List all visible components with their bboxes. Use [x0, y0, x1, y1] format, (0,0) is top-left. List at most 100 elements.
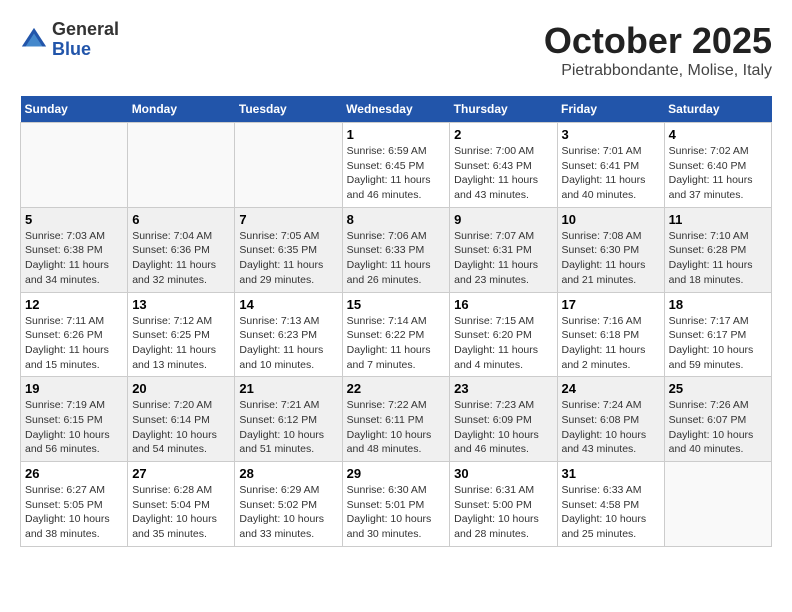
day-number: 28: [239, 466, 337, 481]
day-info: Sunrise: 7:11 AMSunset: 6:26 PMDaylight:…: [25, 315, 109, 371]
day-number: 22: [347, 381, 446, 396]
calendar-cell: 6 Sunrise: 7:04 AMSunset: 6:36 PMDayligh…: [128, 207, 235, 292]
day-number: 12: [25, 297, 123, 312]
day-info: Sunrise: 7:03 AMSunset: 6:38 PMDaylight:…: [25, 230, 109, 286]
day-info: Sunrise: 7:26 AMSunset: 6:07 PMDaylight:…: [669, 399, 754, 455]
day-number: 16: [454, 297, 552, 312]
calendar-week-row: 12 Sunrise: 7:11 AMSunset: 6:26 PMDaylig…: [21, 292, 772, 377]
day-info: Sunrise: 7:22 AMSunset: 6:11 PMDaylight:…: [347, 399, 432, 455]
calendar-cell: 8 Sunrise: 7:06 AMSunset: 6:33 PMDayligh…: [342, 207, 450, 292]
calendar-cell: 7 Sunrise: 7:05 AMSunset: 6:35 PMDayligh…: [235, 207, 342, 292]
calendar-cell: 22 Sunrise: 7:22 AMSunset: 6:11 PMDaylig…: [342, 377, 450, 462]
day-number: 26: [25, 466, 123, 481]
calendar-cell: 15 Sunrise: 7:14 AMSunset: 6:22 PMDaylig…: [342, 292, 450, 377]
day-number: 21: [239, 381, 337, 396]
calendar-cell: 30 Sunrise: 6:31 AMSunset: 5:00 PMDaylig…: [450, 462, 557, 547]
calendar-cell: 9 Sunrise: 7:07 AMSunset: 6:31 PMDayligh…: [450, 207, 557, 292]
day-info: Sunrise: 7:23 AMSunset: 6:09 PMDaylight:…: [454, 399, 539, 455]
calendar-cell: 17 Sunrise: 7:16 AMSunset: 6:18 PMDaylig…: [557, 292, 664, 377]
calendar-cell: 31 Sunrise: 6:33 AMSunset: 4:58 PMDaylig…: [557, 462, 664, 547]
logo-general: General: [52, 20, 119, 40]
calendar-cell: 5 Sunrise: 7:03 AMSunset: 6:38 PMDayligh…: [21, 207, 128, 292]
day-number: 11: [669, 212, 767, 227]
day-info: Sunrise: 7:06 AMSunset: 6:33 PMDaylight:…: [347, 230, 431, 286]
calendar-week-row: 1 Sunrise: 6:59 AMSunset: 6:45 PMDayligh…: [21, 123, 772, 208]
calendar-cell: 26 Sunrise: 6:27 AMSunset: 5:05 PMDaylig…: [21, 462, 128, 547]
calendar-cell: 19 Sunrise: 7:19 AMSunset: 6:15 PMDaylig…: [21, 377, 128, 462]
day-number: 29: [347, 466, 446, 481]
day-info: Sunrise: 6:33 AMSunset: 4:58 PMDaylight:…: [562, 484, 647, 540]
day-number: 9: [454, 212, 552, 227]
calendar-week-row: 5 Sunrise: 7:03 AMSunset: 6:38 PMDayligh…: [21, 207, 772, 292]
day-number: 17: [562, 297, 660, 312]
day-number: 2: [454, 127, 552, 142]
month-title: October 2025: [544, 20, 772, 62]
day-number: 6: [132, 212, 230, 227]
day-info: Sunrise: 7:16 AMSunset: 6:18 PMDaylight:…: [562, 315, 646, 371]
calendar-week-row: 19 Sunrise: 7:19 AMSunset: 6:15 PMDaylig…: [21, 377, 772, 462]
day-info: Sunrise: 6:31 AMSunset: 5:00 PMDaylight:…: [454, 484, 539, 540]
day-info: Sunrise: 7:13 AMSunset: 6:23 PMDaylight:…: [239, 315, 323, 371]
calendar-cell: 29 Sunrise: 6:30 AMSunset: 5:01 PMDaylig…: [342, 462, 450, 547]
calendar-cell: 21 Sunrise: 7:21 AMSunset: 6:12 PMDaylig…: [235, 377, 342, 462]
day-number: 25: [669, 381, 767, 396]
weekday-header: Tuesday: [235, 96, 342, 123]
calendar-cell: 25 Sunrise: 7:26 AMSunset: 6:07 PMDaylig…: [664, 377, 771, 462]
calendar-week-row: 26 Sunrise: 6:27 AMSunset: 5:05 PMDaylig…: [21, 462, 772, 547]
day-number: 7: [239, 212, 337, 227]
calendar-cell: 11 Sunrise: 7:10 AMSunset: 6:28 PMDaylig…: [664, 207, 771, 292]
day-info: Sunrise: 7:17 AMSunset: 6:17 PMDaylight:…: [669, 315, 754, 371]
day-info: Sunrise: 7:15 AMSunset: 6:20 PMDaylight:…: [454, 315, 538, 371]
weekday-header: Sunday: [21, 96, 128, 123]
day-info: Sunrise: 7:19 AMSunset: 6:15 PMDaylight:…: [25, 399, 110, 455]
day-info: Sunrise: 7:21 AMSunset: 6:12 PMDaylight:…: [239, 399, 324, 455]
day-number: 20: [132, 381, 230, 396]
day-number: 19: [25, 381, 123, 396]
calendar-cell: 28 Sunrise: 6:29 AMSunset: 5:02 PMDaylig…: [235, 462, 342, 547]
calendar-cell: 20 Sunrise: 7:20 AMSunset: 6:14 PMDaylig…: [128, 377, 235, 462]
day-info: Sunrise: 7:24 AMSunset: 6:08 PMDaylight:…: [562, 399, 647, 455]
day-number: 30: [454, 466, 552, 481]
day-info: Sunrise: 6:28 AMSunset: 5:04 PMDaylight:…: [132, 484, 217, 540]
weekday-header-row: SundayMondayTuesdayWednesdayThursdayFrid…: [21, 96, 772, 123]
day-number: 18: [669, 297, 767, 312]
calendar-table: SundayMondayTuesdayWednesdayThursdayFrid…: [20, 96, 772, 547]
day-info: Sunrise: 7:14 AMSunset: 6:22 PMDaylight:…: [347, 315, 431, 371]
day-info: Sunrise: 7:12 AMSunset: 6:25 PMDaylight:…: [132, 315, 216, 371]
calendar-cell: 24 Sunrise: 7:24 AMSunset: 6:08 PMDaylig…: [557, 377, 664, 462]
page-header: General Blue October 2025 Pietrabbondant…: [20, 20, 772, 80]
logo: General Blue: [20, 20, 119, 60]
calendar-cell: 18 Sunrise: 7:17 AMSunset: 6:17 PMDaylig…: [664, 292, 771, 377]
day-number: 10: [562, 212, 660, 227]
calendar-cell: 2 Sunrise: 7:00 AMSunset: 6:43 PMDayligh…: [450, 123, 557, 208]
day-number: 24: [562, 381, 660, 396]
day-info: Sunrise: 6:30 AMSunset: 5:01 PMDaylight:…: [347, 484, 432, 540]
day-number: 14: [239, 297, 337, 312]
day-number: 13: [132, 297, 230, 312]
day-number: 3: [562, 127, 660, 142]
logo-blue: Blue: [52, 40, 119, 60]
day-info: Sunrise: 7:04 AMSunset: 6:36 PMDaylight:…: [132, 230, 216, 286]
calendar-cell: 14 Sunrise: 7:13 AMSunset: 6:23 PMDaylig…: [235, 292, 342, 377]
day-number: 23: [454, 381, 552, 396]
logo-text: General Blue: [52, 20, 119, 60]
calendar-cell: 4 Sunrise: 7:02 AMSunset: 6:40 PMDayligh…: [664, 123, 771, 208]
weekday-header: Monday: [128, 96, 235, 123]
day-info: Sunrise: 7:00 AMSunset: 6:43 PMDaylight:…: [454, 145, 538, 201]
weekday-header: Friday: [557, 96, 664, 123]
day-info: Sunrise: 7:01 AMSunset: 6:41 PMDaylight:…: [562, 145, 646, 201]
calendar-cell: 10 Sunrise: 7:08 AMSunset: 6:30 PMDaylig…: [557, 207, 664, 292]
location-subtitle: Pietrabbondante, Molise, Italy: [544, 62, 772, 80]
calendar-cell: [128, 123, 235, 208]
day-number: 27: [132, 466, 230, 481]
day-info: Sunrise: 6:29 AMSunset: 5:02 PMDaylight:…: [239, 484, 324, 540]
title-block: October 2025 Pietrabbondante, Molise, It…: [544, 20, 772, 80]
day-info: Sunrise: 7:02 AMSunset: 6:40 PMDaylight:…: [669, 145, 753, 201]
day-info: Sunrise: 6:27 AMSunset: 5:05 PMDaylight:…: [25, 484, 110, 540]
calendar-cell: 13 Sunrise: 7:12 AMSunset: 6:25 PMDaylig…: [128, 292, 235, 377]
calendar-cell: 3 Sunrise: 7:01 AMSunset: 6:41 PMDayligh…: [557, 123, 664, 208]
calendar-cell: 23 Sunrise: 7:23 AMSunset: 6:09 PMDaylig…: [450, 377, 557, 462]
day-number: 15: [347, 297, 446, 312]
day-info: Sunrise: 6:59 AMSunset: 6:45 PMDaylight:…: [347, 145, 431, 201]
day-info: Sunrise: 7:05 AMSunset: 6:35 PMDaylight:…: [239, 230, 323, 286]
